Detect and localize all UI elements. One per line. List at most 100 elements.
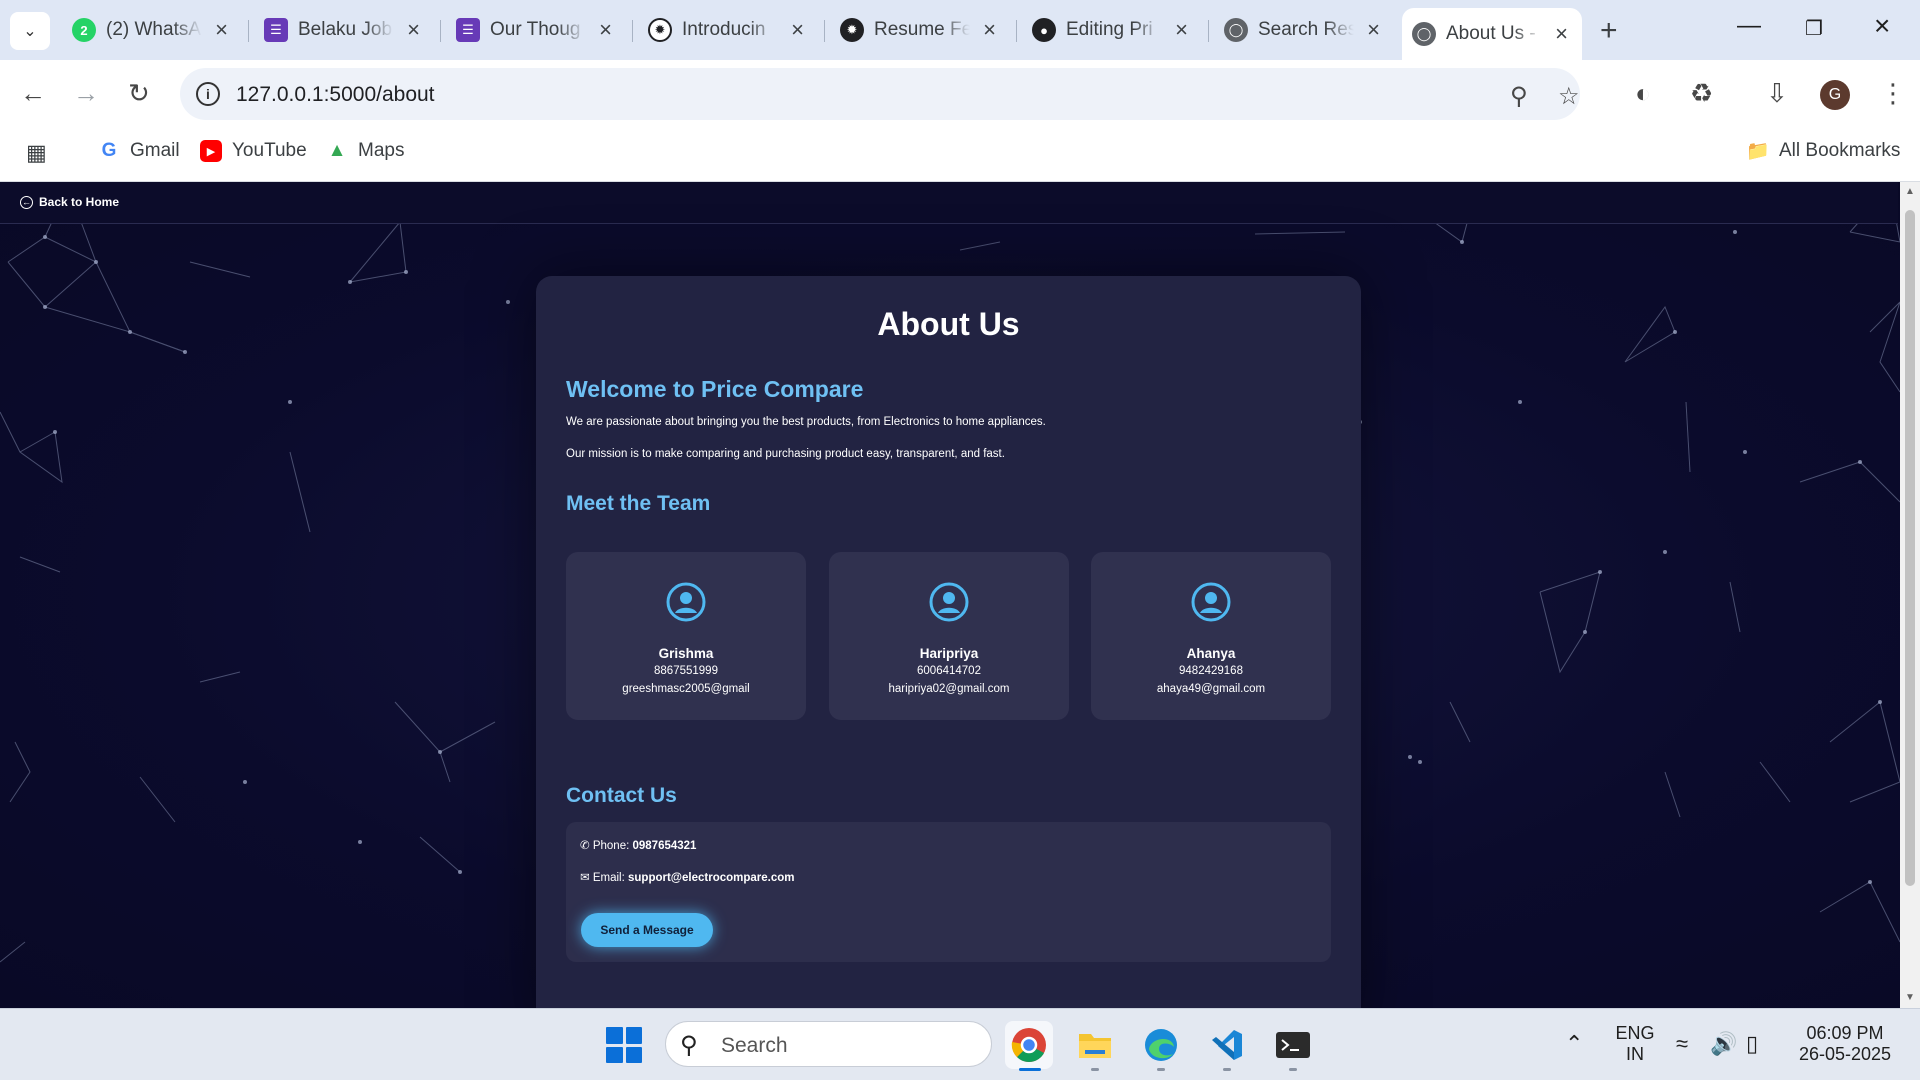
folder-icon: 📁 (1746, 141, 1770, 162)
battery-icon[interactable]: ▯ (1746, 1031, 1758, 1057)
tab-search-button[interactable]: ⌄ (10, 12, 50, 50)
taskbar-vscode[interactable] (1203, 1021, 1251, 1071)
team-member-card: Grishma 8867551999 greeshmasc2005@gmail (566, 552, 806, 720)
forward-button[interactable]: → (73, 78, 99, 109)
send-message-button[interactable]: Send a Message (581, 913, 713, 947)
tab-belaku[interactable]: ☰ Belaku Job × (254, 10, 434, 50)
address-bar[interactable]: i 127.0.0.1:5000/about ⚲ ☆ (180, 68, 1580, 120)
welcome-paragraph-1: We are passionate about bringing you the… (566, 416, 1046, 428)
language-indicator[interactable]: ENG IN (1610, 1023, 1660, 1065)
menu-icon[interactable]: ⋮ (1880, 78, 1906, 109)
team-heading: Meet the Team (566, 492, 711, 515)
tab-title: (2) WhatsA (106, 19, 202, 40)
openai-icon: ✹ (648, 18, 672, 42)
bookmarks-bar: ▦ G Gmail ▶ YouTube ▲ Maps 📁 All Bookmar… (0, 128, 1920, 182)
whatsapp-icon: 2 (72, 18, 96, 42)
taskbar-chrome[interactable] (1005, 1021, 1053, 1071)
arrow-left-circle-icon: ← (20, 195, 33, 209)
taskbar-search-placeholder: Search (721, 1034, 788, 1057)
tab-search-results[interactable]: ◯ Search Res × (1214, 10, 1394, 50)
windows-start-icon[interactable] (606, 1027, 642, 1063)
close-icon[interactable]: × (1555, 23, 1568, 45)
close-icon[interactable]: × (599, 19, 612, 41)
close-icon[interactable]: × (983, 19, 996, 41)
extension-globe-icon[interactable]: ◐ (1635, 78, 1651, 109)
close-icon[interactable]: × (1367, 19, 1380, 41)
running-indicator (1157, 1068, 1165, 1071)
taskbar-search[interactable]: ⚲ Search (665, 1021, 992, 1067)
scroll-down-arrow-icon[interactable]: ▼ (1905, 992, 1915, 1003)
tab-our-thoughts[interactable]: ☰ Our Thoug × (446, 10, 626, 50)
openai-icon: ✹ (840, 18, 864, 42)
language-code: ENG (1615, 1023, 1655, 1043)
tab-strip: ⌄ 2 (2) WhatsA × ☰ Belaku Job × ☰ Our Th… (0, 0, 1920, 60)
bookmark-gmail[interactable]: G Gmail (98, 140, 180, 162)
tab-title: Search Res (1258, 19, 1354, 40)
running-indicator (1091, 1068, 1099, 1071)
globe-icon: ◯ (1224, 18, 1248, 42)
back-to-home-link[interactable]: ← Back to Home (20, 195, 119, 209)
tab-resume[interactable]: ✹ Resume Fe × (830, 10, 1010, 50)
close-icon[interactable]: × (1175, 19, 1188, 41)
minimize-button[interactable]: — (1737, 12, 1761, 40)
tab-separator (824, 20, 825, 42)
welcome-heading: Welcome to Price Compare (566, 376, 864, 402)
member-phone: 9482429168 (1179, 665, 1243, 677)
globe-icon: ◯ (1412, 22, 1436, 46)
bookmark-youtube[interactable]: ▶ YouTube (200, 140, 307, 162)
contact-box: ✆ Phone: 0987654321 ✉ Email: support@ele… (566, 822, 1331, 962)
tab-title: Resume Fe (874, 19, 970, 40)
tab-title: Introducin (682, 19, 766, 40)
taskbar-file-explorer[interactable] (1071, 1021, 1119, 1071)
tab-about-us[interactable]: ◯ About Us - × (1402, 8, 1582, 60)
chevron-up-icon[interactable]: ⌃ (1565, 1031, 1583, 1057)
back-button[interactable]: ← (20, 78, 46, 109)
bookmark-maps[interactable]: ▲ Maps (326, 140, 405, 162)
close-icon[interactable]: × (791, 19, 804, 41)
clock[interactable]: 06:09 PM 26-05-2025 (1790, 1023, 1900, 1065)
bookmark-label: YouTube (232, 140, 307, 161)
apps-grid-icon[interactable]: ▦ (26, 140, 47, 166)
team-member-card: Ahanya 9482429168 ahaya49@gmail.com (1091, 552, 1331, 720)
team-member-card: Haripriya 6006414702 haripriya02@gmail.c… (829, 552, 1069, 720)
tab-title: Our Thoug (490, 19, 581, 40)
member-phone: 8867551999 (654, 665, 718, 677)
close-icon[interactable]: × (407, 19, 420, 41)
wifi-icon[interactable]: ≈ (1676, 1031, 1688, 1057)
restore-button[interactable]: ❐ (1805, 16, 1823, 41)
download-icon[interactable]: ⇩ (1766, 78, 1788, 109)
all-bookmarks-button[interactable]: 📁 All Bookmarks (1746, 140, 1900, 162)
zoom-icon[interactable]: ⚲ (1510, 82, 1528, 111)
profile-avatar[interactable]: G (1820, 80, 1850, 110)
scroll-up-arrow-icon[interactable]: ▲ (1905, 186, 1915, 197)
scrollbar-thumb[interactable] (1905, 210, 1915, 886)
clock-time: 06:09 PM (1806, 1023, 1884, 1043)
new-tab-button[interactable]: + (1600, 14, 1618, 48)
maps-icon: ▲ (327, 140, 347, 161)
speaker-icon[interactable]: 🔊 (1710, 1031, 1737, 1057)
tab-whatsapp[interactable]: 2 (2) WhatsA × (62, 10, 242, 50)
region-code: IN (1626, 1044, 1644, 1064)
tab-introducing[interactable]: ✹ Introducin × (638, 10, 818, 50)
url-text[interactable]: 127.0.0.1:5000/about (236, 83, 435, 107)
bookmark-label: Gmail (130, 140, 180, 161)
phone-label: Phone: (592, 840, 630, 852)
site-info-icon[interactable]: i (196, 82, 220, 106)
taskbar-terminal[interactable] (1269, 1021, 1317, 1071)
page-scrollbar[interactable]: ▲ ▼ (1900, 182, 1920, 1008)
extensions-puzzle-icon[interactable]: ♻ (1690, 78, 1713, 109)
running-indicator (1223, 1068, 1231, 1071)
member-email: greeshmasc2005@gmail (622, 683, 750, 695)
youtube-icon: ▶ (200, 140, 222, 162)
close-icon[interactable]: × (215, 19, 228, 41)
page-top-bar: ← Back to Home (0, 182, 1898, 224)
reload-button[interactable]: ↻ (128, 78, 150, 109)
running-indicator (1289, 1068, 1297, 1071)
windows-taskbar: ⚲ Search ⌃ ENG IN ≈ 🔊 ▯ 06:09 PM 26-05-2… (0, 1008, 1920, 1080)
bookmark-star-icon[interactable]: ☆ (1558, 82, 1580, 111)
contact-email-line: ✉ Email: support@electrocompare.com (580, 870, 795, 884)
taskbar-edge[interactable] (1137, 1021, 1185, 1071)
close-window-button[interactable]: × (1874, 10, 1890, 42)
member-name: Ahanya (1186, 646, 1236, 661)
tab-github[interactable]: ● Editing Pri × (1022, 10, 1202, 50)
